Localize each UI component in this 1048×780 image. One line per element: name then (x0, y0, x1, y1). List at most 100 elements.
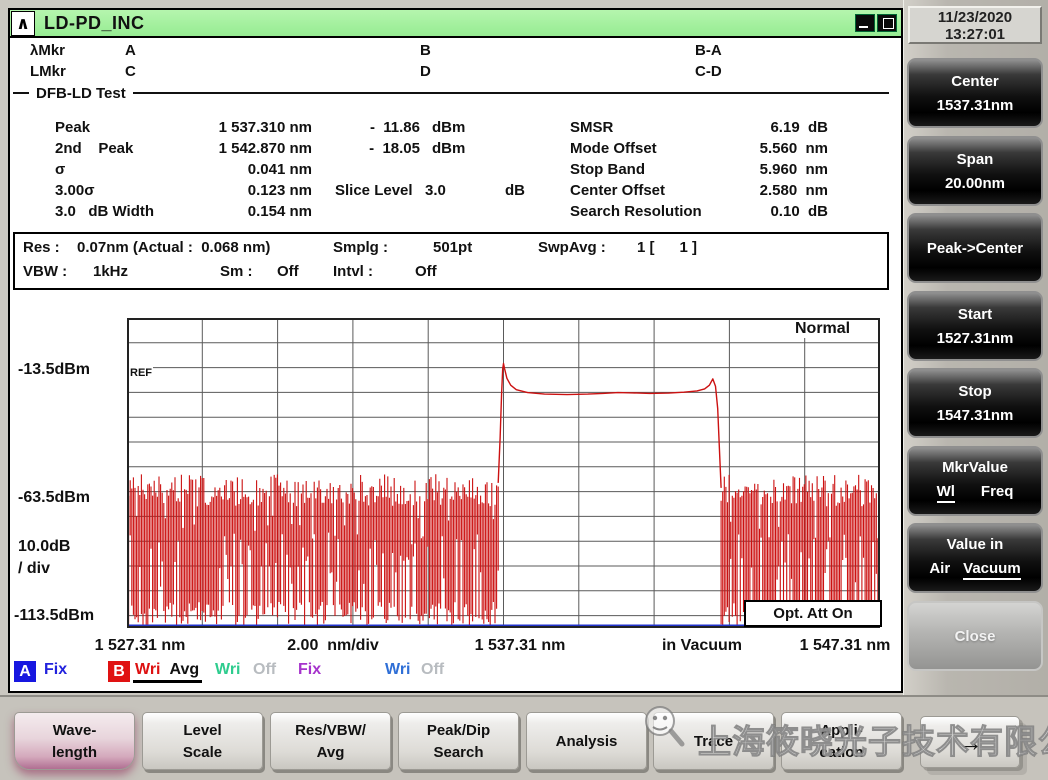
analysis-value: 6.19 dB (655, 119, 828, 136)
softkey-label: Value in (909, 536, 1041, 553)
marker-c-label: C (125, 63, 136, 80)
trace-d-mode[interactable]: Fix (298, 661, 321, 679)
function-key-trace[interactable]: Trace (653, 712, 774, 770)
function-key-label: Scale (183, 744, 222, 761)
trace-b-avg-label: Avg (169, 661, 199, 678)
softkey-close[interactable]: Close (907, 601, 1043, 671)
trace-b-write-label: Wri (135, 661, 160, 678)
softkey-span[interactable]: Span 20.00nm (907, 136, 1043, 206)
analysis-level-value: - 11.86 (330, 119, 420, 136)
softkey-label: Center (909, 73, 1041, 90)
function-key-more-arrow[interactable]: → (920, 716, 1020, 768)
x-axis-medium-label: in Vacuum (662, 637, 742, 655)
softkey-label: MkrValue (909, 459, 1041, 476)
softkey-peak-to-center[interactable]: Peak->Center (907, 213, 1043, 283)
setting-key: SwpAvg : (538, 239, 606, 256)
softkey-value: 20.00nm (909, 175, 1041, 192)
function-key-label: Level (183, 722, 221, 739)
analysis-value: 2.580 nm (655, 182, 828, 199)
marker-row-label: λMkr (30, 42, 65, 59)
marker-d-label: D (420, 63, 431, 80)
y-axis-ref-label: -13.5dBm (18, 361, 90, 379)
analysis-wavelength-value: 1 537.310 nm (160, 119, 312, 136)
function-key-label: Appli- (820, 722, 863, 739)
function-key-peak-dip-search[interactable]: Peak/DipSearch (398, 712, 519, 770)
setting-value: 1kHz (93, 263, 128, 280)
trace-a-badge[interactable]: A (14, 661, 36, 682)
softkey-selected-option: Vacuum (963, 560, 1021, 580)
y-axis-scale-label: 10.0dB (18, 538, 70, 556)
screen: ∧ LD-PD_INC λMkr A B B-A LMkr C D C-D DF… (0, 0, 1048, 780)
analysis-level-unit: dBm (432, 140, 465, 157)
trace-c-mode[interactable]: Wri (215, 661, 240, 679)
function-key-res-vbw-avg[interactable]: Res/VBW/Avg (270, 712, 391, 770)
function-key-analysis[interactable]: Analysis (526, 712, 647, 770)
softkey-stop[interactable]: Stop1547.31nm (907, 368, 1043, 438)
setting-value: 501pt (433, 239, 472, 256)
trace-a-mode[interactable]: Fix (44, 661, 67, 679)
analysis-result-row: 3.0 dB Width0.154 nmSearch Resolution0.1… (0, 203, 891, 223)
analysis-label: SMSR (570, 119, 613, 136)
function-key-level-scale[interactable]: Level Scale (142, 712, 263, 770)
display-mode-badge: Normal (790, 320, 855, 338)
marker-b-label: B (420, 42, 431, 59)
datetime-display: 11/23/2020 13:27:01 (908, 6, 1042, 44)
softkey-mkr-value[interactable]: MkrValue Wl Freq (907, 446, 1043, 516)
function-key-wavelength[interactable]: Wave-length (14, 712, 135, 770)
softkey-label: Span (909, 151, 1041, 168)
minimize-button[interactable] (855, 14, 875, 32)
softkey-option: Air (929, 560, 950, 580)
setting-key: Sm : (220, 263, 253, 280)
analysis-result-row: 3.00σ0.123 nmSlice Level 3.0dBCenter Off… (0, 182, 891, 202)
softkey-label: Close (909, 628, 1041, 645)
analysis-section-title: DFB-LD Test (36, 85, 126, 102)
analysis-label: 3.0 dB Width (55, 203, 154, 220)
softkey-value: 1527.31nm (909, 330, 1041, 347)
app-logo-icon: ∧ (11, 11, 35, 36)
function-key-label: → (957, 727, 983, 758)
softkey-value: Wl Freq (909, 483, 1041, 503)
softkey-value-in[interactable]: Value in Air Vacuum (907, 523, 1043, 593)
function-key-label: Res/VBW/ (295, 722, 366, 739)
trace-e-mode[interactable]: Wri (385, 661, 410, 679)
trace-b-badge[interactable]: B (108, 661, 130, 682)
softkey-center[interactable]: Center 1537.31nm (907, 58, 1043, 128)
softkey-selected-option: Wl (937, 483, 955, 503)
softkey-option: 20.00nm (945, 175, 1005, 192)
analysis-level-value: Slice Level 3.0 (335, 182, 446, 199)
time-text: 13:27:01 (910, 26, 1040, 43)
softkey-label: Stop (909, 383, 1041, 400)
softkey-value: Air Vacuum (909, 560, 1041, 580)
function-key-label: Trace (694, 733, 733, 750)
marker-a-label: A (125, 42, 136, 59)
setting-value: 0.07nm (Actual : 0.068 nm) (77, 239, 270, 256)
softkey-option: 1527.31nm (937, 330, 1014, 347)
setting-key: Intvl : (333, 263, 373, 280)
maximize-button[interactable] (877, 14, 897, 32)
softkey-value: 1537.31nm (909, 97, 1041, 114)
spectrum-plot (127, 318, 880, 628)
setting-key: Res : (23, 239, 60, 256)
optical-att-badge: Opt. Att On (744, 600, 882, 627)
analysis-level-value: - 18.05 (330, 140, 420, 157)
analysis-label: σ (55, 161, 65, 178)
y-axis-scale-label: / div (18, 560, 50, 578)
ref-level-badge: REF (129, 367, 153, 379)
function-key-application[interactable]: Appli-cation (781, 712, 902, 770)
analysis-wavelength-value: 0.154 nm (160, 203, 312, 220)
analysis-value: 5.960 nm (655, 161, 828, 178)
softkey-label: Peak->Center (909, 240, 1041, 257)
x-axis-start-label: 1 527.31 nm (95, 637, 186, 655)
date-text: 11/23/2020 (910, 9, 1040, 26)
trace-b-mode[interactable]: Wri Avg (133, 661, 202, 683)
analysis-result-row: σ0.041 nmStop Band5.960 nm (0, 161, 891, 181)
analysis-label: Mode Offset (570, 140, 657, 157)
analysis-label: Peak (55, 119, 90, 136)
softkey-option: 1537.31nm (937, 97, 1014, 114)
analysis-level-unit: dB (505, 182, 525, 199)
analysis-label: 2nd Peak (55, 140, 133, 157)
marker-row-label: LMkr (30, 63, 66, 80)
softkey-start[interactable]: Start1527.31nm (907, 291, 1043, 361)
level-marker-row: LMkr C D C-D (0, 63, 891, 83)
softkey-option: Freq (981, 483, 1014, 503)
